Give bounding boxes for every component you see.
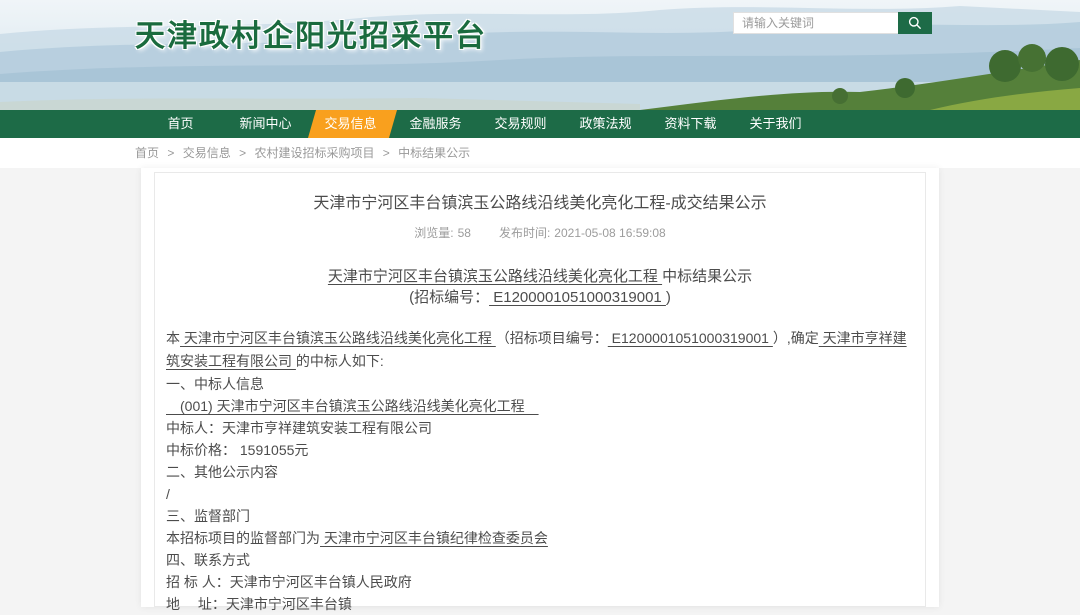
breadcrumb-separator: > [239,146,246,160]
section3-dept: 本招标项目的监督部门为 天津市宁河区丰台镇纪律检查委员会 [166,527,914,549]
tender-code-inline: E1200001051000319001 [608,330,773,346]
main-navigation: 首页 新闻中心 交易信息 金融服务 交易规则 政策法规 资料下载 关于我们 [0,110,1080,138]
project-name-link: 天津市宁河区丰台镇滨玉公路线沿线美化亮化工程 [180,330,496,346]
nav-item-news[interactable]: 新闻中心 [223,110,308,138]
section1-lot: (001) 天津市宁河区丰台镇滨玉公路线沿线美化亮化工程 [166,395,914,417]
section1-title: 一、中标人信息 [166,373,914,395]
breadcrumb-separator: > [167,146,174,160]
search-icon [907,15,923,31]
article-meta: 浏览量:58 发布时间:2021-05-08 16:59:08 [166,224,914,241]
section4-bidder: 招 标 人：天津市宁河区丰台镇人民政府 [166,571,914,593]
section2-content: / [166,483,914,505]
breadcrumb-result-notice[interactable]: 中标结果公示 [398,146,470,160]
notice-heading-line1: 天津市宁河区丰台镇滨玉公路线沿线美化亮化工程 中标结果公示 [166,266,914,287]
intro-paragraph: 本 天津市宁河区丰台镇滨玉公路线沿线美化亮化工程 （招标项目编号： E12000… [166,327,914,373]
article-title: 天津市宁河区丰台镇滨玉公路线沿线美化亮化工程-成交结果公示 [166,193,914,215]
view-count: 浏览量:58 [414,226,471,240]
breadcrumb-trade-info[interactable]: 交易信息 [183,146,231,160]
nav-item-trade-rules[interactable]: 交易规则 [478,110,563,138]
breadcrumb: 首页 > 交易信息 > 农村建设招标采购项目 > 中标结果公示 [0,138,1080,168]
section3-title: 三、监督部门 [166,505,914,527]
tender-code: E1200001051000319001 [489,289,666,306]
supervision-dept-link: 天津市宁河区丰台镇纪律检查委员会 [320,530,548,546]
nav-item-finance[interactable]: 金融服务 [393,110,478,138]
breadcrumb-rural-projects[interactable]: 农村建设招标采购项目 [254,146,374,160]
section1-winner: 中标人：天津市亨祥建筑安装工程有限公司 [166,417,914,439]
header-banner: 天津政村企阳光招采平台 [0,0,1080,110]
search-button[interactable] [898,12,932,34]
breadcrumb-home[interactable]: 首页 [135,146,159,160]
section4-title: 四、联系方式 [166,549,914,571]
article-container: 天津市宁河区丰台镇滨玉公路线沿线美化亮化工程-成交结果公示 浏览量:58 发布时间… [154,172,926,607]
notice-heading: 天津市宁河区丰台镇滨玉公路线沿线美化亮化工程 中标结果公示 (招标编号： E12… [166,266,914,308]
nav-item-trade-info[interactable]: 交易信息 [308,110,393,138]
section4-address: 地 址：天津市宁河区丰台镇 [166,593,914,615]
section1-price: 中标价格： 1591055元 [166,439,914,461]
nav-item-downloads[interactable]: 资料下载 [648,110,733,138]
nav-item-home[interactable]: 首页 [138,110,223,138]
breadcrumb-separator: > [383,146,390,160]
notice-heading-line2: (招标编号： E1200001051000319001 ) [166,287,914,308]
search-input[interactable] [733,12,898,34]
nav-item-policy[interactable]: 政策法规 [563,110,648,138]
search-bar [733,12,932,34]
content-panel: 天津市宁河区丰台镇滨玉公路线沿线美化亮化工程-成交结果公示 浏览量:58 发布时间… [141,168,939,607]
page-body: 天津市宁河区丰台镇滨玉公路线沿线美化亮化工程-成交结果公示 浏览量:58 发布时间… [0,168,1080,607]
nav-item-about[interactable]: 关于我们 [733,110,818,138]
site-title: 天津政村企阳光招采平台 [135,11,487,55]
publish-time: 发布时间:2021-05-08 16:59:08 [499,226,666,240]
section2-title: 二、其他公示内容 [166,461,914,483]
